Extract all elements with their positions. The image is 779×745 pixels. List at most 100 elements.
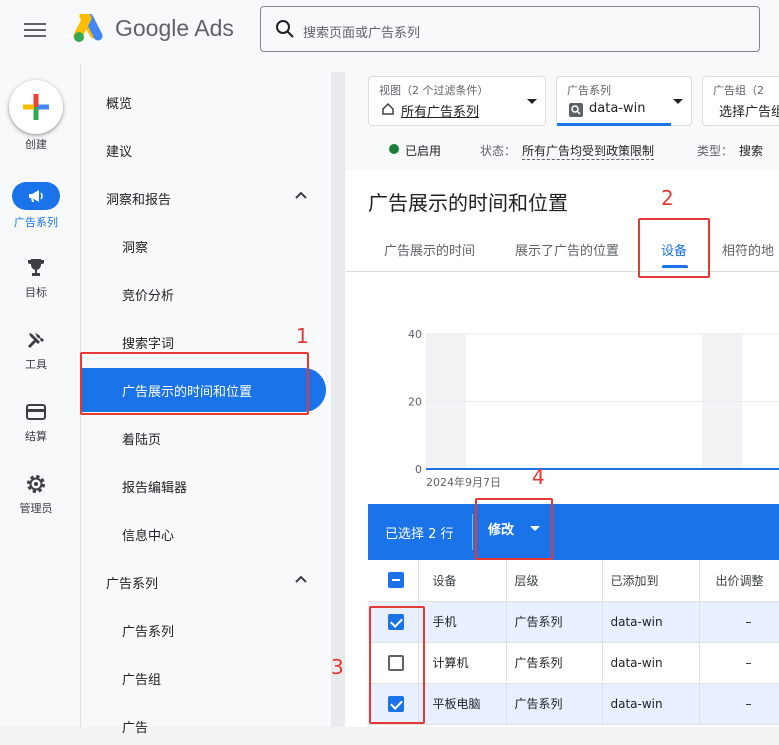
trophy-icon — [28, 259, 44, 276]
rail-label: 结算 — [25, 430, 47, 443]
y-tick-label: 40 — [408, 328, 422, 341]
nav-item-auction-insights[interactable]: 竞价分析 — [81, 273, 326, 313]
bid-adjustment-cell[interactable]: – — [699, 601, 779, 643]
tab-matching-locations[interactable]: 相符的地 — [722, 240, 774, 259]
create-button[interactable] — [9, 80, 63, 134]
selection-divider — [472, 514, 473, 550]
caret-down-icon — [527, 99, 537, 104]
chip-value: data-win — [589, 101, 646, 116]
annotation-box-3 — [369, 606, 425, 724]
chip-value: 所有广告系列 — [401, 105, 480, 120]
selection-count: 已选择 2 行 — [385, 527, 454, 542]
added-to-cell: data-win — [602, 601, 700, 643]
status-label: 状态： — [480, 144, 517, 158]
search-box[interactable]: 搜索页面或广告系列 — [260, 6, 760, 52]
select-all-checkbox[interactable] — [388, 572, 404, 589]
search-icon — [276, 20, 294, 38]
column-header[interactable]: 出价调整 — [699, 560, 779, 602]
table-row[interactable]: 平板电脑 广告系列 data-win – — [368, 683, 779, 725]
rail-item-goals[interactable]: 目标 — [0, 256, 72, 312]
rail-item-tools[interactable]: 工具 — [0, 328, 72, 384]
google-ads-logo — [73, 14, 103, 42]
bid-adjustment-cell[interactable]: – — [699, 683, 779, 725]
tools-icon — [28, 332, 44, 348]
annotation-box-4 — [475, 498, 553, 560]
chip-label: 视图（2 个过滤条件） — [379, 84, 489, 97]
nav-item-ads[interactable]: 广告 — [81, 705, 326, 745]
credit-card-icon — [26, 404, 46, 420]
bid-adjustment-cell[interactable]: – — [699, 642, 779, 684]
menu-icon[interactable] — [24, 20, 46, 38]
nav-item-campaigns-sub[interactable]: 广告系列 — [81, 609, 326, 649]
selection-bar: 已选择 2 行 修改 — [368, 504, 779, 560]
rail-label: 管理员 — [19, 502, 53, 515]
nav-label: 洞察 — [122, 241, 149, 256]
device-cell: 手机 — [418, 601, 507, 643]
tab-where[interactable]: 展示了广告的位置 — [515, 240, 619, 259]
tab-bar: 广告展示的时间 展示了广告的位置 设备 相符的地 — [346, 228, 779, 272]
rail-label: 工具 — [25, 358, 47, 371]
nav-item-insights[interactable]: 洞察 — [81, 225, 326, 265]
device-table: 设备 层级 已添加到 出价调整 手机 广告系列 data-win – 计算机 广… — [368, 560, 779, 725]
level-cell: 广告系列 — [506, 642, 603, 684]
top-bar: Google Ads 搜索页面或广告系列 — [0, 0, 779, 64]
annotation-box-2 — [638, 218, 710, 278]
chevron-up-icon[interactable] — [295, 575, 307, 583]
tab-when[interactable]: 广告展示的时间 — [384, 240, 475, 259]
page-title: 广告展示的时间和位置 — [368, 191, 568, 215]
adgroup-filter-chip[interactable]: 广告组（2 选择广告组 — [702, 76, 779, 126]
rail-item-campaigns[interactable]: 广告系列 — [0, 182, 72, 242]
performance-chart: 40 20 0 2024年9月7日 — [408, 328, 779, 489]
campaign-filter-chip[interactable]: 广告系列 data-win — [556, 76, 692, 126]
megaphone-icon — [29, 190, 43, 202]
nav-label: 广告系列 — [106, 577, 159, 592]
device-cell: 平板电脑 — [418, 683, 507, 725]
device-cell: 计算机 — [418, 642, 507, 684]
nav-label: 着陆页 — [122, 433, 162, 448]
policy-status[interactable]: 所有广告均受到政策限制 — [522, 142, 655, 160]
annotation-number-1: 1 — [296, 324, 309, 348]
nav-item-info-center[interactable]: 信息中心 — [81, 513, 326, 553]
nav-item-insights-reports[interactable]: 洞察和报告 — [81, 177, 326, 217]
nav-item-landing-pages[interactable]: 着陆页 — [81, 417, 326, 457]
nav-label: 广告组 — [122, 673, 162, 688]
annotation-number-2: 2 — [661, 186, 674, 210]
rail-label: 目标 — [25, 286, 47, 299]
view-filter-chip[interactable]: 视图（2 个过滤条件） 所有广告系列 — [368, 76, 546, 126]
table-row[interactable]: 手机 广告系列 data-win – — [368, 601, 779, 643]
status-dot-icon — [389, 144, 399, 154]
nav-item-campaigns[interactable]: 广告系列 — [81, 561, 326, 601]
annotation-box-1 — [80, 352, 309, 415]
chip-value: 选择广告组 — [719, 105, 779, 120]
nav-label: 报告编辑器 — [122, 481, 188, 496]
nav-label: 广告系列 — [122, 625, 175, 640]
column-header[interactable]: 设备 — [418, 560, 507, 602]
annotation-number-4: 4 — [532, 465, 545, 489]
filter-bar: 视图（2 个过滤条件） 所有广告系列 广告系列 data-win 广告组（2 选… — [346, 64, 779, 182]
level-cell: 广告系列 — [506, 601, 603, 643]
added-to-cell: data-win — [602, 683, 700, 725]
rail-item-billing[interactable]: 结算 — [0, 400, 72, 456]
y-tick-label: 20 — [408, 396, 422, 409]
nav-label: 信息中心 — [122, 529, 175, 544]
select-all-cell[interactable] — [368, 560, 419, 602]
nav-item-ad-groups[interactable]: 广告组 — [81, 657, 326, 697]
nav-scrollbar[interactable] — [331, 72, 345, 727]
chip-label: 广告组（2 — [713, 84, 764, 97]
column-header[interactable]: 已添加到 — [602, 560, 700, 602]
table-row[interactable]: 计算机 广告系列 data-win – — [368, 642, 779, 684]
rail-label: 广告系列 — [14, 216, 58, 229]
nav-item-report-editor[interactable]: 报告编辑器 — [81, 465, 326, 505]
rail-item-admin[interactable]: 管理员 — [0, 472, 72, 528]
type-label: 类型： — [697, 144, 734, 158]
search-input[interactable]: 搜索页面或广告系列 — [303, 22, 420, 41]
chevron-up-icon[interactable] — [295, 191, 307, 199]
caret-down-icon — [673, 99, 683, 104]
gear-icon — [27, 475, 45, 493]
chip-label: 广告系列 — [567, 84, 611, 97]
nav-item-overview[interactable]: 概览 — [81, 81, 326, 121]
enabled-status: 已启用 — [405, 144, 442, 158]
nav-item-recommendations[interactable]: 建议 — [81, 129, 326, 169]
added-to-cell: data-win — [602, 642, 700, 684]
column-header[interactable]: 层级 — [506, 560, 603, 602]
